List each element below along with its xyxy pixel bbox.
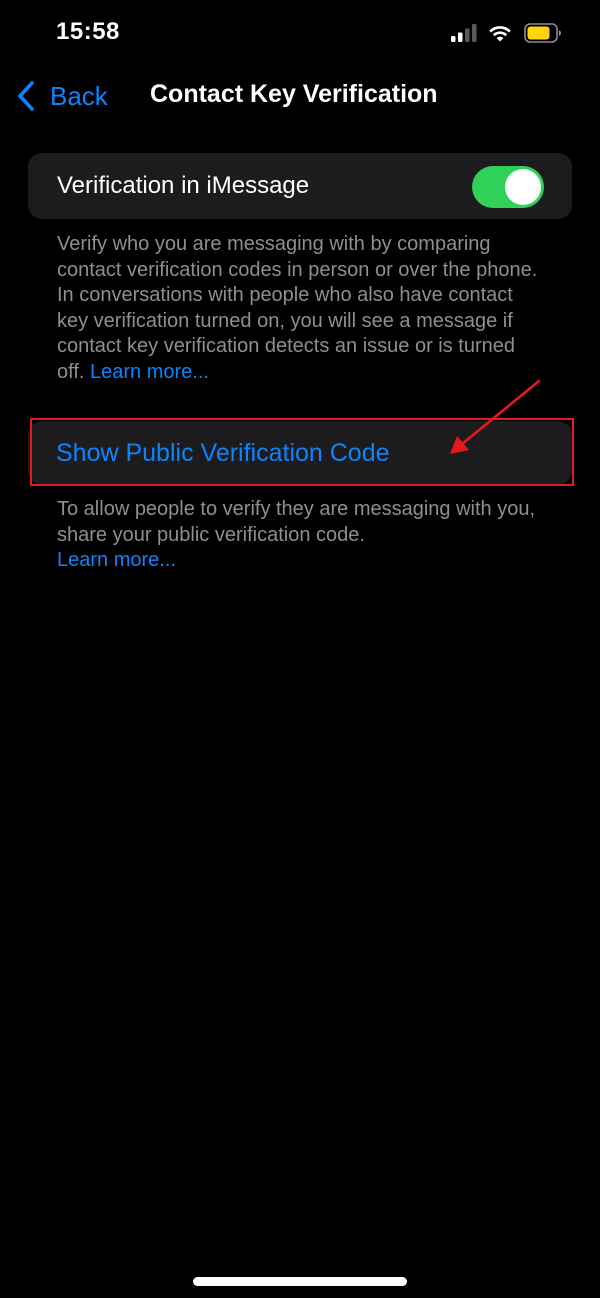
battery-icon [524,23,561,43]
status-icons [450,22,562,44]
wifi-icon [489,26,511,42]
public-code-footer: To allow people to verify they are messa… [57,497,547,574]
verification-footer: Verify who you are messaging with by com… [57,232,547,385]
learn-more-link-verification[interactable]: Learn more... [90,361,209,383]
public-code-footer-text: To allow people to verify they are messa… [57,498,536,546]
learn-more-link-public-code[interactable]: Learn more... [57,549,176,571]
home-indicator[interactable] [193,1277,407,1286]
verification-toggle-label: Verification in iMessage [57,172,310,199]
signal-icon [451,24,477,42]
back-label: Back [50,80,108,111]
verification-toggle-switch[interactable] [472,166,544,208]
status-time: 15:58 [56,18,120,45]
toggle-knob [505,169,541,205]
verification-toggle-cell: Verification in iMessage [28,153,572,219]
show-public-code-button[interactable]: Show Public Verification Code [28,421,572,485]
chevron-left-icon [18,81,34,111]
show-public-code-label: Show Public Verification Code [56,439,390,467]
back-button[interactable]: Back [16,78,108,114]
page-title: Contact Key Verification [150,80,438,108]
